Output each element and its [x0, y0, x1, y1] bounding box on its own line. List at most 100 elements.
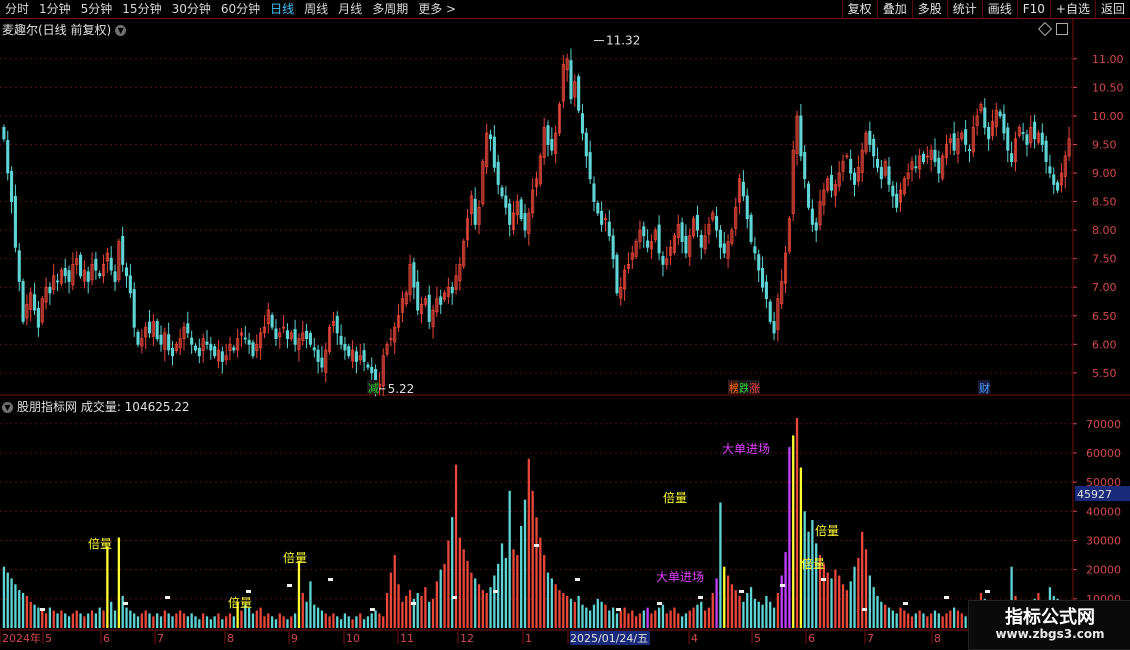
- double-volume-label: 倍量: [283, 550, 307, 565]
- volume-bar: [152, 616, 155, 628]
- volume-bar: [148, 613, 151, 628]
- volume-bar: [247, 607, 251, 628]
- volume-bar: [293, 613, 297, 628]
- volume-bar: [194, 616, 197, 628]
- candle-body: [21, 281, 25, 322]
- volume-bar: [90, 610, 94, 628]
- volume-bar: [336, 616, 339, 628]
- candle-body: [607, 221, 611, 237]
- volume-bar: [102, 610, 105, 628]
- candle-body: [308, 333, 312, 345]
- volume-bar: [355, 616, 358, 628]
- volume-bar: [79, 613, 82, 628]
- volume-bar: [841, 584, 845, 628]
- date-label: 11: [400, 632, 414, 645]
- candle-body: [213, 346, 217, 357]
- volume-bar: [726, 575, 730, 628]
- candle-body: [868, 130, 872, 145]
- big-order-label: 大单进场: [656, 570, 704, 584]
- candle-body: [642, 226, 646, 237]
- volume-bar: [788, 447, 791, 628]
- candle-body: [1033, 121, 1037, 140]
- volume-bar: [416, 592, 419, 628]
- stock-chart[interactable]: 11.00 10.50 10.00 9.50 9.00 8.50 8.00 7.50 7.00 6…: [0, 0, 1130, 650]
- candle-body: [718, 229, 722, 248]
- candle-body: [159, 334, 163, 345]
- candle-body: [366, 364, 370, 368]
- avg-marker: [575, 578, 580, 581]
- candle-body: [1052, 174, 1056, 185]
- volume-bar: [64, 613, 67, 628]
- volume-bar: [171, 616, 174, 628]
- candle-body: [412, 262, 416, 288]
- volume-bar: [25, 595, 29, 628]
- volume-bar: [309, 581, 312, 628]
- avg-marker: [452, 596, 457, 599]
- candle-body: [193, 345, 198, 351]
- candle-body: [6, 140, 10, 174]
- volume-bar: [144, 610, 147, 628]
- avg-marker: [616, 608, 621, 611]
- volume-bar: [359, 613, 362, 628]
- watermark-title: 指标公式网: [1005, 607, 1095, 628]
- volume-bar: [332, 613, 335, 628]
- candle-body: [657, 224, 661, 254]
- candle-body: [316, 349, 320, 362]
- candle-body: [753, 246, 757, 254]
- volume-bar: [558, 590, 561, 628]
- volume-tick-label: 30000: [1086, 534, 1121, 547]
- volume-bar: [761, 604, 764, 628]
- candle-body: [10, 170, 14, 202]
- volume-bar: [608, 610, 611, 628]
- candle-body: [646, 240, 650, 248]
- date-label: 2024年: [2, 631, 41, 645]
- candle-body: [577, 76, 581, 111]
- diamond-icon[interactable]: [1037, 21, 1053, 37]
- date-label: 6: [808, 632, 815, 645]
- chevron-down-icon[interactable]: ▼: [2, 402, 13, 413]
- volume-bar: [922, 613, 925, 628]
- candle-body: [680, 222, 684, 242]
- candle-body: [48, 286, 52, 294]
- volume-bar: [577, 595, 580, 628]
- volume-bar: [646, 607, 649, 628]
- panel-toggle-icon[interactable]: [1056, 23, 1068, 35]
- volume-bar: [41, 610, 44, 628]
- volume-bar: [182, 613, 186, 628]
- volume-bar: [37, 607, 40, 628]
- candle-body: [205, 341, 209, 345]
- volume-bar: [431, 598, 435, 628]
- date-label: 6: [103, 632, 110, 645]
- volume-bar: [156, 613, 159, 628]
- volume-bar: [508, 490, 511, 628]
- volume-bar: [385, 592, 389, 628]
- candle-body: [715, 216, 719, 231]
- volume-bar: [497, 563, 500, 628]
- volume-bar: [443, 563, 446, 628]
- volume-bar: [140, 613, 144, 628]
- candle-body: [186, 323, 190, 334]
- volume-bar: [10, 578, 13, 628]
- volume-bar: [868, 575, 871, 628]
- volume-bar: [255, 610, 258, 628]
- volume-bar: [562, 592, 565, 628]
- candle-body: [1048, 166, 1052, 174]
- volume-bar: [738, 595, 741, 628]
- price-tick-label: 10.00: [1092, 110, 1124, 123]
- volume-bar: [408, 590, 412, 628]
- chevron-down-icon[interactable]: ▼: [115, 25, 127, 36]
- volume-bar: [926, 616, 929, 628]
- avg-marker: [287, 584, 292, 587]
- avg-marker: [40, 608, 45, 611]
- volume-bar: [274, 619, 278, 628]
- candle-body: [347, 346, 351, 357]
- volume-bar: [864, 549, 868, 628]
- candle-body: [745, 195, 749, 220]
- volume-bar: [251, 613, 255, 628]
- volume-bar: [723, 566, 726, 628]
- volume-bar: [784, 552, 787, 628]
- volume-bar: [895, 613, 898, 628]
- volume-bar: [405, 595, 408, 628]
- avg-marker: [165, 596, 170, 599]
- candle-body: [508, 203, 512, 225]
